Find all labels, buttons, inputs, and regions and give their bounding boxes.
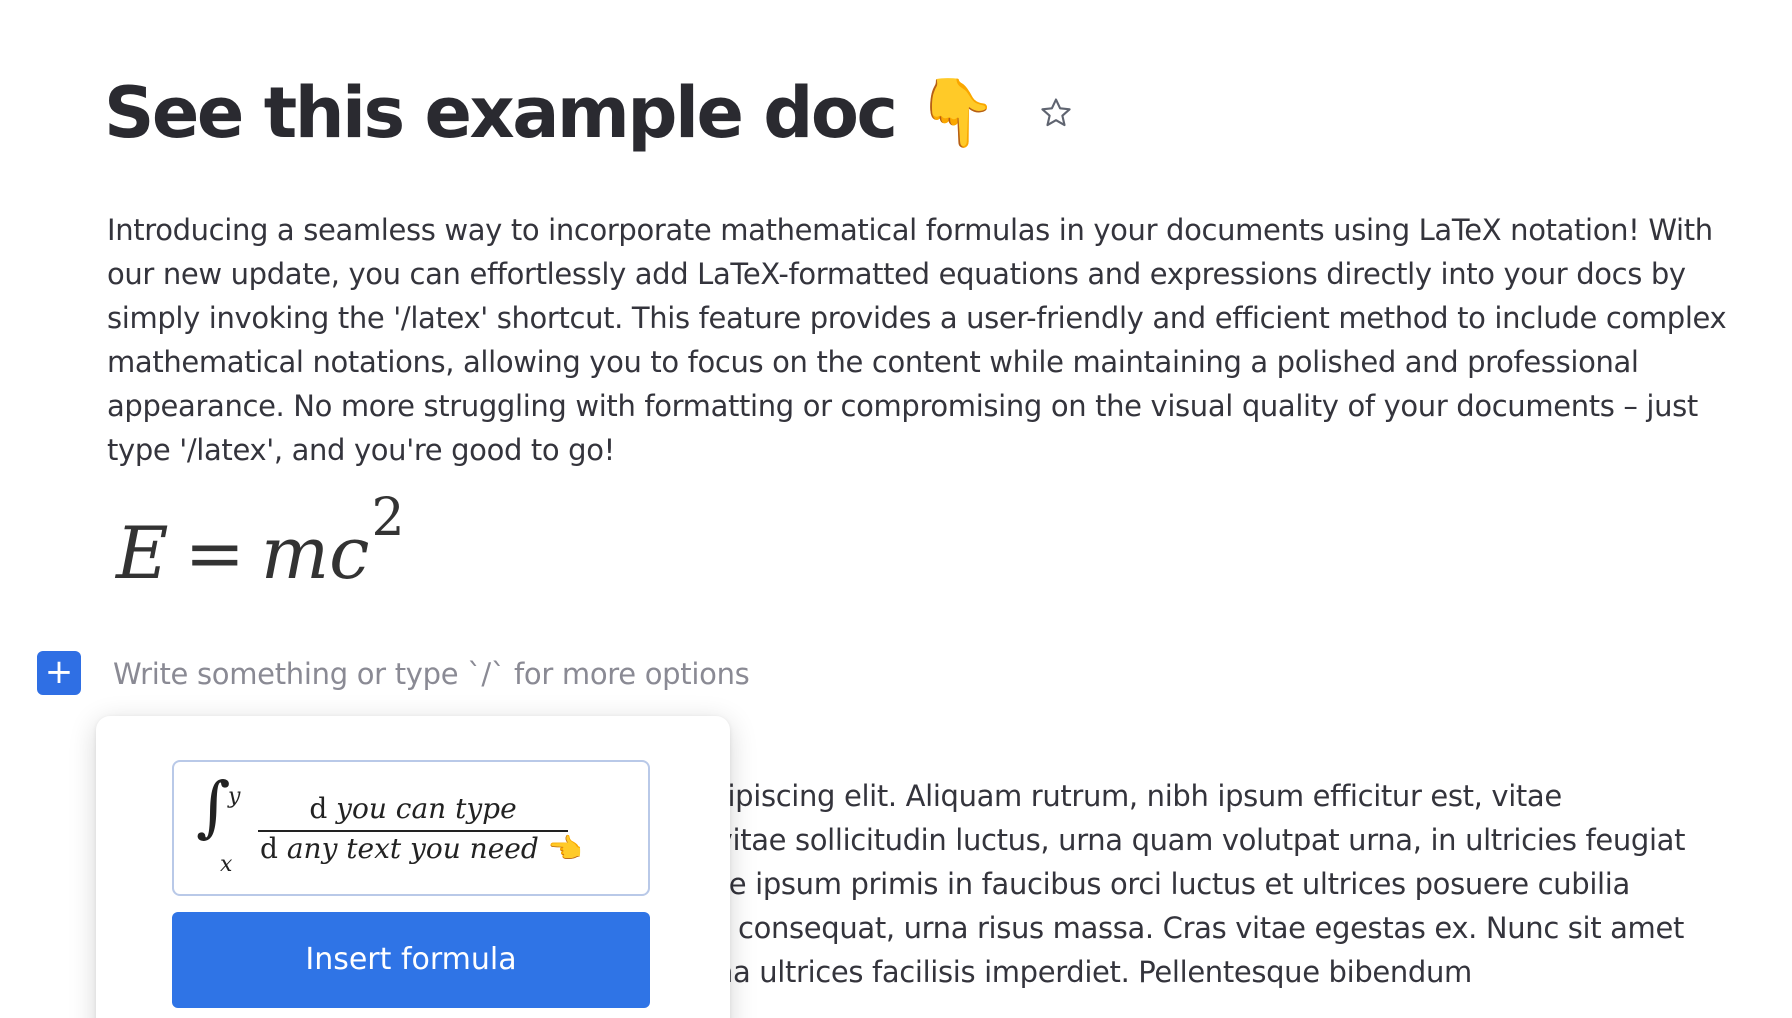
page-title[interactable]: See this example doc — [104, 78, 898, 148]
integral-upper-limit: y — [228, 784, 241, 809]
denominator-text: any text you need — [286, 832, 539, 865]
formula-lhs: E — [116, 511, 169, 595]
numerator-text: you can type — [336, 792, 517, 825]
pointing-down-emoji: 👇 — [915, 74, 998, 151]
fraction-denominator: d any text you need 👈 — [260, 832, 583, 865]
star-icon[interactable] — [1038, 95, 1074, 131]
latex-insert-popup: ∫ y x d you can type d any text you need… — [96, 716, 730, 1018]
formula-equals: = — [184, 511, 245, 595]
fraction-numerator: d you can type — [260, 792, 566, 825]
formula-rhs: mc — [260, 511, 370, 595]
empty-block-placeholder[interactable]: Write something or type `/` for more opt… — [113, 654, 750, 694]
integral-lower-limit: x — [220, 852, 233, 877]
title-row: See this example doc 👇 — [104, 58, 1074, 168]
intro-paragraph[interactable]: Introducing a seamless way to incorporat… — [107, 208, 1727, 472]
pointing-left-emoji: 👈 — [547, 832, 583, 865]
insert-formula-button[interactable]: Insert formula — [172, 912, 650, 1008]
add-block-button[interactable]: + — [37, 651, 81, 695]
integral-symbol: ∫ — [196, 768, 231, 845]
formula-exponent: 2 — [371, 488, 405, 548]
latex-formula-block[interactable]: E = mc2 — [116, 492, 405, 589]
denominator-d: d — [260, 832, 278, 865]
latex-preview-field[interactable]: ∫ y x d you can type d any text you need… — [172, 760, 650, 896]
numerator-d: d — [309, 792, 328, 825]
